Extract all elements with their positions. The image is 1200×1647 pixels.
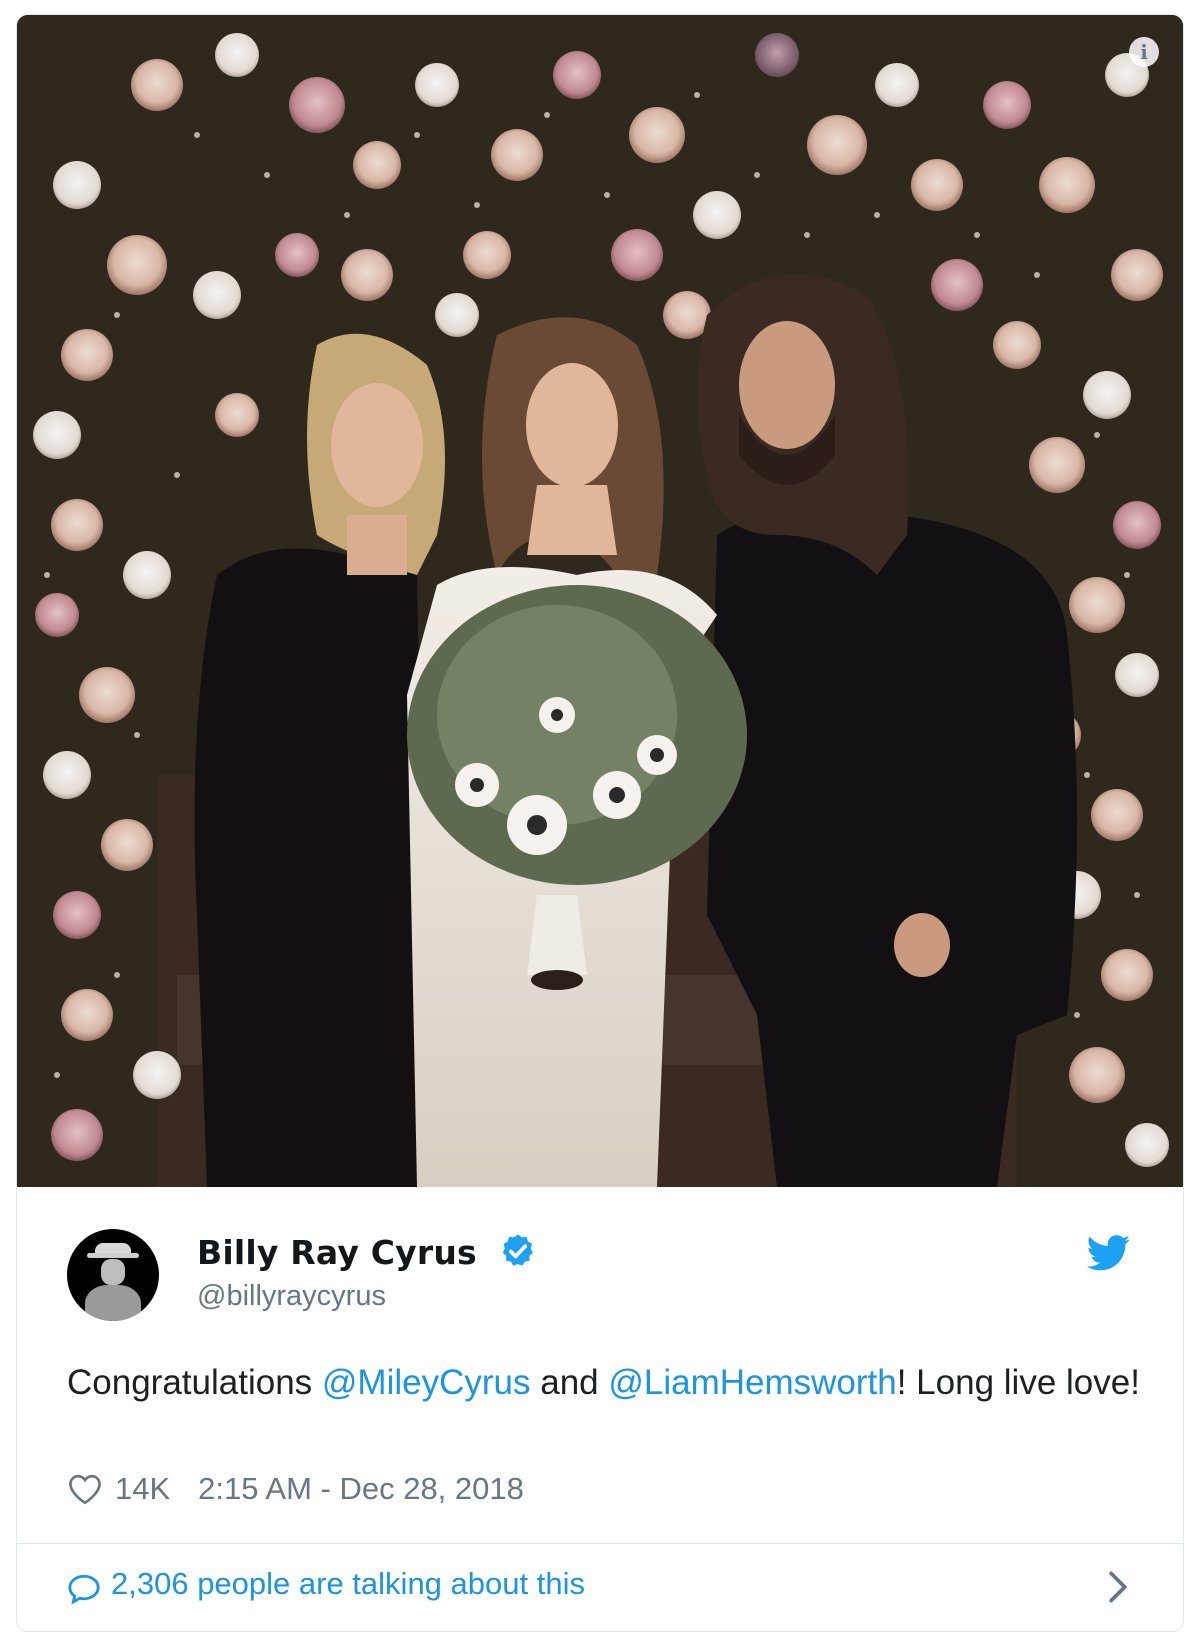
twitter-bird-icon[interactable] [1087,1235,1131,1271]
tweet-text: Congratulations @MileyCyrus and @LiamHem… [67,1355,1147,1410]
like-count[interactable]: 14K [115,1471,170,1507]
author-name[interactable]: Billy Ray Cyrus [197,1233,477,1272]
mention-link-mileycyrus[interactable]: @MileyCyrus [322,1363,531,1402]
conversation-link[interactable]: 2,306 people are talking about this [17,1544,1183,1630]
heart-icon[interactable] [67,1473,103,1505]
info-icon[interactable]: i [1129,37,1159,67]
talking-count-text[interactable]: 2,306 people are talking about this [111,1566,585,1602]
author-handle[interactable]: @billyraycyrus [197,1280,386,1313]
text-part: and [530,1363,609,1402]
tweet-author: Billy Ray Cyrus @billyraycyrus [17,1187,1183,1321]
tweet-card: i Billy Ray Cyrus @billyraycyrus Congrat… [16,14,1184,1632]
verified-badge-icon [502,1234,533,1266]
tweet-photo[interactable]: i [17,15,1183,1187]
tweet-meta: 14K 2:15 AM - Dec 28, 2018 [67,1465,524,1513]
text-part: Congratulations [67,1363,322,1402]
wedding-photo-illustration [17,15,1183,1187]
mention-link-liamhemsworth[interactable]: @LiamHemsworth [608,1363,896,1402]
chevron-right-icon[interactable] [1107,1570,1129,1604]
avatar[interactable] [67,1229,159,1321]
speech-bubble-icon [68,1574,100,1605]
text-part: ! Long live love! [896,1363,1140,1402]
timestamp[interactable]: 2:15 AM - Dec 28, 2018 [198,1471,524,1507]
